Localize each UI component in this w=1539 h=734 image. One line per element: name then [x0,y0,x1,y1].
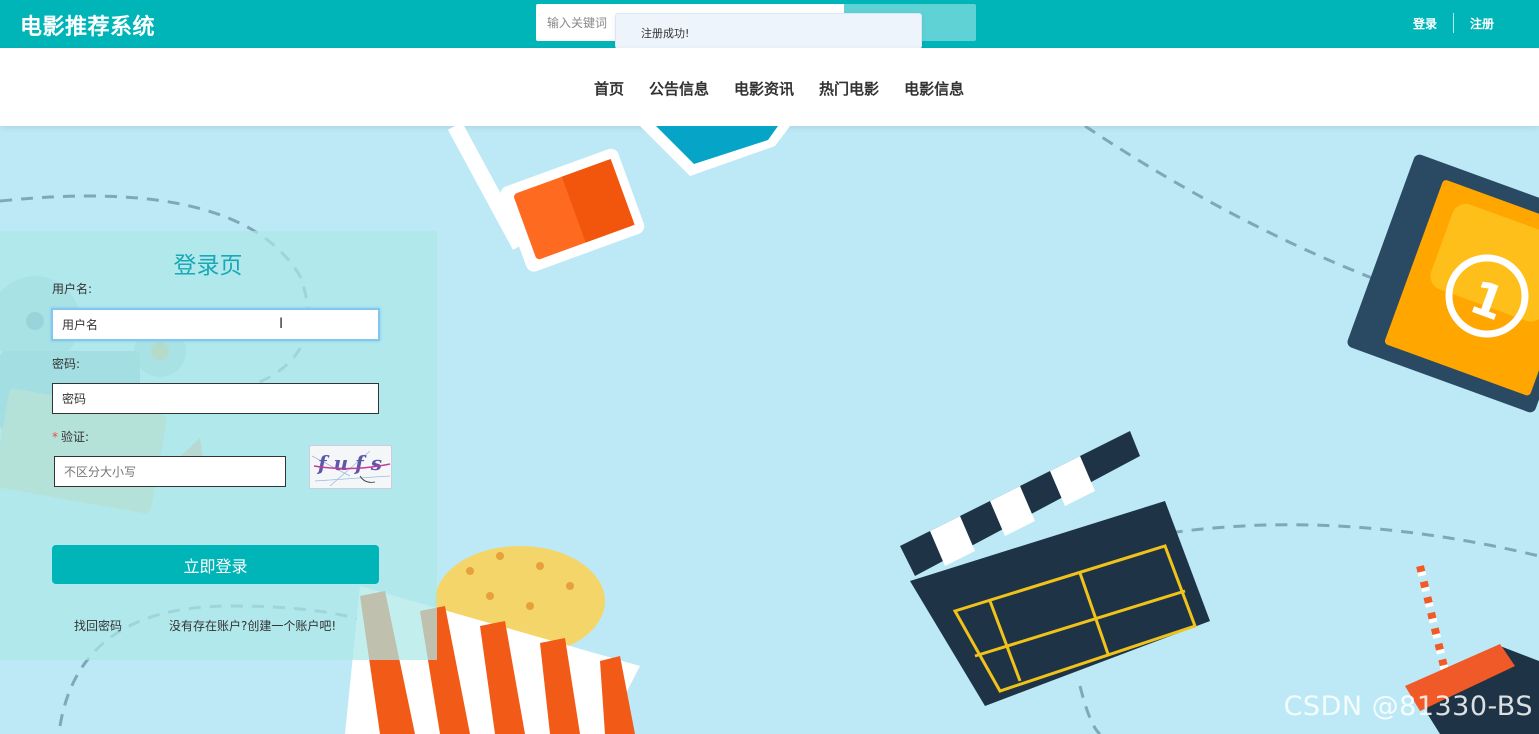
main-nav: 首页 公告信息 电影资讯 热门电影 电影信息 [0,48,1539,126]
nav-item-movie-news[interactable]: 电影资讯 [734,78,794,99]
required-mark: * [52,430,58,444]
success-toast: 注册成功! [615,13,922,49]
username-input[interactable] [51,308,380,341]
password-input[interactable] [52,383,379,414]
create-account-link[interactable]: 没有存在账户?创建一个账户吧! [169,617,336,634]
login-link[interactable]: 登录 [1413,15,1437,32]
film-strip-icon: 1 [1347,154,1539,413]
forgot-password-link[interactable]: 找回密码 [74,617,122,634]
nav-item-movie-info[interactable]: 电影信息 [904,78,964,99]
captcha-graphic: fufs [311,450,391,487]
login-title: 登录页 [173,253,243,279]
watermark: CSDN @81330-BS [1283,691,1533,722]
captcha-image[interactable]: fufs [309,445,392,489]
top-link-divider [1452,13,1454,33]
username-label: 用户名: [52,282,93,296]
login-panel: 登录页 用户名: Ι 密码: *验证: fufs 立即登录 找回密码 没有存在账… [0,231,437,660]
text-cursor-icon: Ι [279,316,284,332]
nav-item-hot-movies[interactable]: 热门电影 [819,78,879,99]
register-link[interactable]: 注册 [1470,15,1494,32]
captcha-input[interactable] [54,456,286,487]
nav-item-home[interactable]: 首页 [594,78,624,99]
login-button[interactable]: 立即登录 [52,545,379,584]
captcha-text: fufs [316,451,389,475]
captcha-label-text: 验证: [61,430,90,444]
clapperboard-icon [900,431,1210,706]
site-brand[interactable]: 电影推荐系统 [20,9,155,41]
captcha-label: * 验证: [52,428,89,445]
nav-item-announcements[interactable]: 公告信息 [649,78,709,99]
3d-glasses-icon [447,126,790,272]
password-label: 密码: [52,357,81,371]
top-bar: 电影推荐系统 注册成功! 登录 注册 [0,0,1539,49]
top-links: 登录 注册 [1413,12,1494,34]
